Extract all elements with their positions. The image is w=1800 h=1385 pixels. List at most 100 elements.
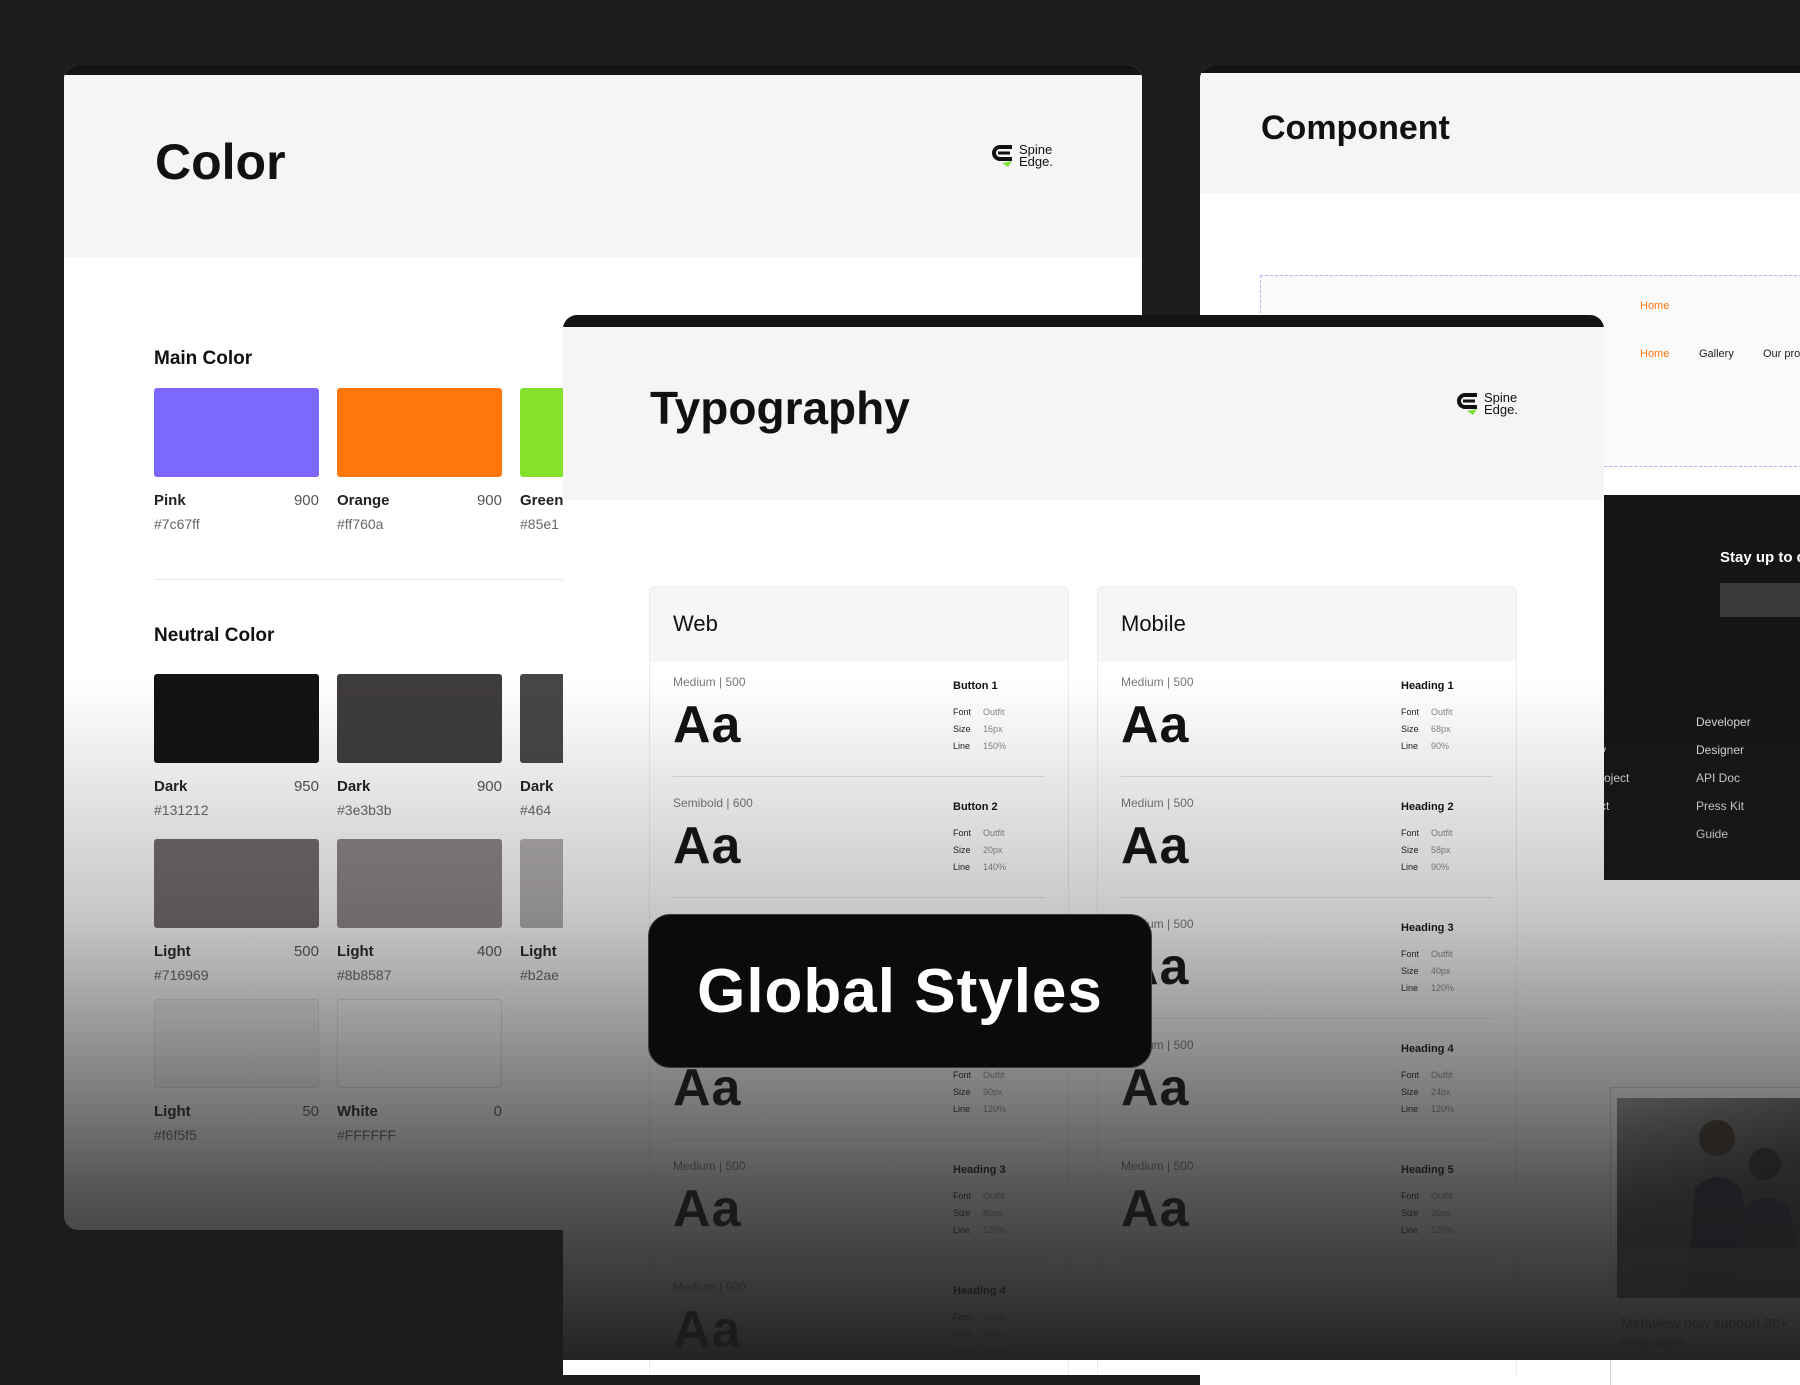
type-prop-value: 24px [1431, 1087, 1451, 1097]
type-prop-value: 140% [983, 862, 1007, 872]
swatch-hex: #ff760a [337, 516, 384, 532]
footer-link-guide[interactable]: Guide [1696, 827, 1728, 841]
swatch-hex: #3e3b3b [337, 802, 392, 818]
type-prop-label: Line [953, 1225, 971, 1235]
footer-link-press-kit[interactable]: Press Kit [1696, 799, 1744, 813]
mobile-panel-title: Mobile [1121, 611, 1186, 636]
type-prop-label: Line [953, 1346, 971, 1356]
type-prop-label: Line [1401, 1104, 1419, 1114]
type-style-name: Heading 4 [1401, 1043, 1454, 1055]
swatch-number: 900 [476, 492, 502, 509]
type-prop-value: 40px [1431, 966, 1451, 976]
type-prop-value: 120% [983, 1225, 1007, 1235]
news-card: Metaview now support 30+ languages [1610, 1087, 1800, 1385]
type-prop-label: Size [953, 1087, 971, 1097]
neutral-color-title: Neutral Color [154, 625, 275, 646]
footer-link-developer[interactable]: Developer [1696, 715, 1751, 729]
type-style-name: Button 1 [953, 680, 998, 692]
row-divider [1121, 1018, 1493, 1019]
type-prop-label: Line [1401, 862, 1419, 872]
type-prop-value: Outfit [1431, 1191, 1453, 1201]
type-prop-label: Font [1401, 707, 1420, 717]
type-prop-value: 20px [983, 845, 1003, 855]
type-prop-label: Font [953, 1312, 972, 1322]
swatch-hex: #464 [520, 802, 552, 818]
type-style-name: Heading 5 [1401, 1164, 1454, 1176]
type-weight-meta: Medium | 500 [673, 675, 746, 689]
type-sample: Aa [673, 1301, 742, 1359]
type-prop-value: 20px [1431, 1208, 1451, 1218]
footer-link-api-doc[interactable]: API Doc [1696, 771, 1740, 785]
type-prop-value: Outfit [983, 1070, 1005, 1080]
newsletter-input[interactable] [1720, 583, 1800, 617]
swatch-name: White [337, 1103, 378, 1120]
swatch-number: 900 [293, 492, 319, 509]
type-prop-label: Line [1401, 741, 1419, 751]
logo-text: Spine Edge. [1484, 391, 1518, 416]
color-card-topbar [64, 65, 1142, 75]
swatch-hex: #f6f5f5 [154, 1127, 197, 1143]
type-prop-value: 90% [1431, 862, 1450, 872]
type-prop-value: Outfit [983, 1312, 1005, 1322]
type-weight-meta: Medium | 500 [1121, 675, 1194, 689]
type-prop-value: Outfit [1431, 707, 1453, 717]
swatch-hex: #7c67ff [154, 516, 200, 532]
footer-link-2[interactable]: roject [1600, 771, 1629, 785]
nav-item-projects[interactable]: Our proj [1763, 348, 1800, 360]
swatch-name: Orange [337, 492, 390, 509]
swatch-name: Light [154, 943, 191, 960]
swatch-hex: #8b8587 [337, 967, 392, 983]
row-divider [673, 1260, 1045, 1261]
type-sample: Aa [1121, 696, 1190, 754]
type-style-name: Heading 4 [953, 1285, 1006, 1297]
color-swatch[interactable] [154, 674, 319, 763]
type-prop-label: Size [953, 1208, 971, 1218]
mobile-panel: Mobile Medium | 500 Aa Heading 1 Font Outfit… [1097, 586, 1517, 1375]
type-weight-meta: Medium | 500 [673, 1159, 746, 1173]
news-caption[interactable]: Metaview now support 30+ languages [1621, 1314, 1800, 1352]
type-prop-value: 120% [1431, 1104, 1455, 1114]
color-swatch[interactable] [337, 674, 502, 763]
type-prop-label: Font [953, 1070, 972, 1080]
color-swatch[interactable] [337, 388, 502, 477]
people-icon [1617, 1120, 1800, 1298]
type-weight-meta: Medium | 500 [1121, 796, 1194, 810]
main-color-title: Main Color [154, 348, 253, 369]
swatch-number: 50 [302, 1103, 319, 1120]
color-swatch[interactable] [154, 388, 319, 477]
nav-item-gallery[interactable]: Gallery [1699, 348, 1734, 360]
type-weight-meta: Medium | 500 [673, 1280, 746, 1294]
type-prop-label: Size [953, 724, 971, 734]
type-prop-value: Outfit [1431, 949, 1453, 959]
color-swatch[interactable] [154, 839, 319, 928]
swatch-name: Light [337, 943, 374, 960]
type-prop-label: Line [1401, 1225, 1419, 1235]
type-weight-meta: Medium | 500 [1121, 1159, 1194, 1173]
type-prop-value: 58px [1431, 845, 1451, 855]
type-prop-label: Font [1401, 828, 1420, 838]
footer-link-designer[interactable]: Designer [1696, 743, 1744, 757]
type-prop-value: 120% [1431, 1225, 1455, 1235]
nav-item-home[interactable]: Home [1640, 348, 1669, 360]
type-prop-label: Size [1401, 1087, 1419, 1097]
color-swatch[interactable] [337, 999, 502, 1088]
swatch-hex: #131212 [154, 802, 209, 818]
row-divider [1121, 1139, 1493, 1140]
row-divider [673, 1139, 1045, 1140]
type-style-name: Heading 2 [1401, 801, 1454, 813]
type-prop-label: Size [1401, 845, 1419, 855]
swatch-number: 900 [476, 778, 502, 795]
type-prop-value: Outfit [983, 828, 1005, 838]
color-swatch[interactable] [154, 999, 319, 1088]
type-sample: Aa [673, 817, 742, 875]
type-sample: Aa [673, 696, 742, 754]
type-sample: Aa [1121, 817, 1190, 875]
nav-item-home-top[interactable]: Home [1640, 300, 1669, 312]
web-panel-title: Web [673, 611, 718, 636]
swatch-number: 950 [293, 778, 319, 795]
row-divider [673, 897, 1045, 898]
type-prop-label: Line [953, 741, 971, 751]
color-swatch[interactable] [337, 839, 502, 928]
row-divider [673, 776, 1045, 777]
type-style-name: Button 2 [953, 801, 998, 813]
